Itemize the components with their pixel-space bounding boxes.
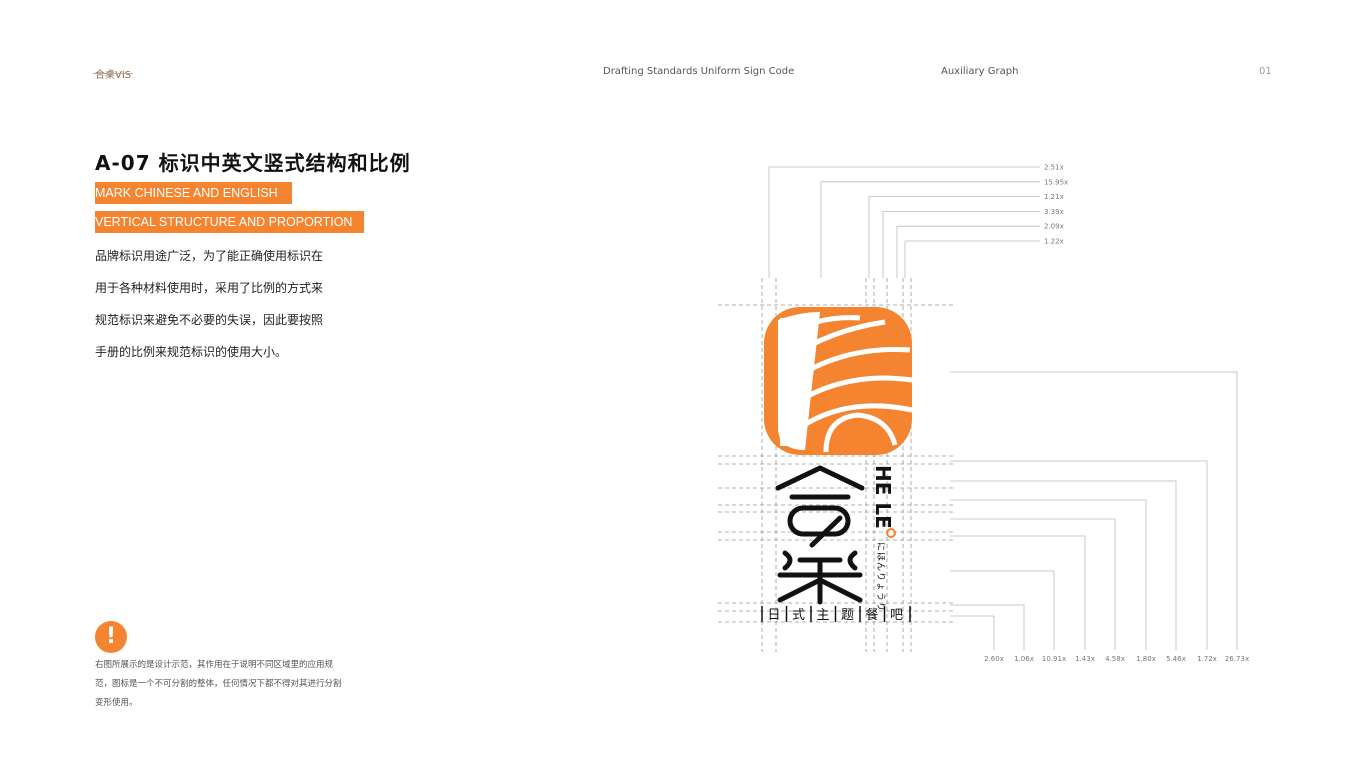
ratio-label: 4.58x: [1105, 655, 1125, 663]
logo-dot-icon: [886, 528, 896, 538]
dimension-line: [882, 211, 1040, 278]
ratio-label: 5.46x: [1166, 655, 1186, 663]
ratio-label: 1.72x: [1197, 655, 1217, 663]
ratio-label: 15.95x: [1044, 178, 1068, 186]
dimension-line: [768, 166, 1040, 278]
dimension-line: [950, 535, 1086, 650]
ratio-label: 26.73x: [1225, 655, 1249, 663]
dimension-line: [950, 499, 1147, 650]
ratio-label: 3.39x: [1044, 208, 1064, 216]
tagline-char: 式: [792, 608, 805, 623]
dimension-line: [950, 615, 995, 650]
dimension-line: [868, 196, 1040, 278]
ratio-label: 2.09x: [1044, 223, 1064, 231]
tagline-char: 题: [841, 608, 854, 623]
dimension-line: [904, 240, 1040, 278]
logo-proportion-diagram: 2.51x 15.95x 1.21x 3.39x 2.09x 1.22x 2.60x 1.06…: [718, 164, 1249, 663]
logo-english-text: HE LE: [871, 465, 895, 529]
tagline-char: 吧: [890, 608, 903, 623]
dimension-line: [950, 460, 1208, 650]
dimension-line: [950, 480, 1177, 650]
tagline-char: 主: [816, 608, 829, 623]
logo-emblem: [764, 307, 913, 455]
ratio-label: 1.22x: [1044, 238, 1064, 246]
logo-kana-text: にほんりょうり: [875, 542, 886, 612]
ratio-label: 10.91x: [1042, 655, 1066, 663]
tagline-char: 日: [767, 608, 780, 623]
ratio-label: 1.80x: [1136, 655, 1156, 663]
ratio-label: 1.21x: [1044, 193, 1064, 201]
ratio-label: 2.51x: [1044, 164, 1064, 172]
dimension-line: [950, 570, 1055, 650]
dimension-line: [950, 371, 1238, 650]
dimension-line: [896, 225, 1040, 278]
ratio-label: 1.43x: [1075, 655, 1095, 663]
dimension-line: [950, 518, 1116, 650]
tagline-char: 餐: [865, 607, 878, 623]
ratio-label: 2.60x: [984, 655, 1004, 663]
ratio-label: 1.06x: [1014, 655, 1034, 663]
dimension-line: [950, 604, 1025, 650]
